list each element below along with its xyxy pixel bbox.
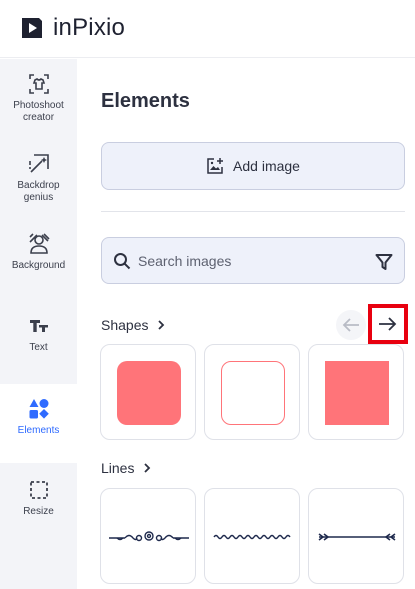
sidebar-item-elements[interactable]: Elements [0,384,77,463]
outlined-rounded-square-shape [221,361,285,425]
add-image-label: Add image [233,158,300,174]
lines-heading: Lines [101,460,135,476]
elements-panel: Elements Add image Shapes [77,59,415,589]
sidebar: Photoshoot creator Backdrop genius Backg… [0,59,77,589]
shape-tile-filled-rounded-square[interactable] [100,344,196,440]
lines-section-header[interactable]: Lines [101,460,151,476]
arrow-left-icon [342,318,359,332]
add-image-button[interactable]: Add image [101,142,405,190]
sidebar-item-photoshoot-creator[interactable]: Photoshoot creator [0,59,77,138]
search-icon [114,253,131,270]
ornamental-line-icon [109,531,189,542]
line-tile-wavy[interactable] [204,488,300,584]
shapes-prev-button[interactable] [336,310,366,340]
sidebar-item-resize[interactable]: Resize [0,465,77,544]
filled-rounded-square-shape [117,361,181,425]
elements-icon [29,399,49,419]
chevron-right-icon [144,463,151,473]
search-bar [101,237,405,284]
chevron-right-icon [158,320,165,330]
panel-title: Elements [101,90,190,112]
sidebar-item-label: Resize [23,506,54,517]
sidebar-item-label: Backdrop genius [17,180,60,203]
text-icon [29,320,48,332]
wavy-line-icon [213,534,291,540]
shape-tile-filled-square[interactable] [308,344,404,440]
line-tile-ornamental[interactable] [100,488,196,584]
sidebar-item-background[interactable]: Background [0,219,77,298]
shapes-heading: Shapes [101,317,149,333]
filled-square-shape [325,361,389,425]
shapes-section-header[interactable]: Shapes [101,317,165,333]
sidebar-item-text[interactable]: Text [0,301,77,380]
inpixio-logo-icon [22,17,43,38]
line-tile-arrow[interactable] [308,488,404,584]
sidebar-item-label: Text [29,342,48,353]
sidebar-item-label: Background [11,260,66,271]
resize-icon [29,481,48,499]
filter-icon[interactable] [375,253,393,271]
search-input[interactable] [138,251,358,271]
shape-tile-outlined-rounded-square[interactable] [204,344,300,440]
arrow-right-icon [379,317,397,331]
app-brand: inPixio [53,14,126,41]
top-bar: inPixio [0,0,415,58]
sidebar-item-backdrop-genius[interactable]: Backdrop genius [0,139,77,218]
arrow-line-icon [318,533,396,541]
photoshoot-icon [28,74,49,94]
divider [101,211,405,212]
backdrop-icon [28,154,49,173]
shapes-next-button[interactable] [368,304,408,344]
sidebar-item-label: Photoshoot creator [13,100,64,123]
sidebar-item-label: Elements [17,425,60,436]
add-image-icon [207,158,224,174]
background-icon [28,233,50,254]
